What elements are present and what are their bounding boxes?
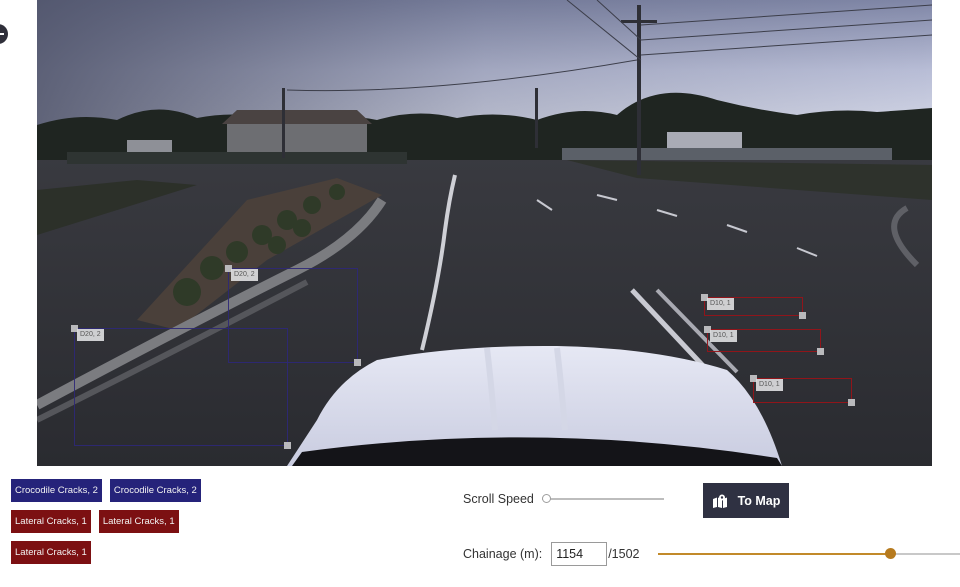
chainage-slider[interactable] [658, 548, 960, 562]
legend-row: Lateral Cracks, 1 [11, 541, 251, 564]
to-map-button[interactable]: To Map [703, 483, 789, 518]
chainage-input[interactable] [551, 542, 608, 566]
defect-chip-lateral[interactable]: Lateral Cracks, 1 [11, 510, 91, 533]
legend-row: Lateral Cracks, 1 Lateral Cracks, 1 [11, 510, 251, 533]
detection-label: D10, 1 [710, 330, 737, 342]
detection-label: D10, 1 [707, 298, 734, 310]
defect-chip-lateral[interactable]: Lateral Cracks, 1 [11, 541, 91, 564]
detection-box[interactable]: D10, 1 [750, 375, 855, 406]
resize-handle[interactable] [354, 359, 361, 366]
scroll-speed-label: Scroll Speed [463, 492, 534, 506]
detection-label: D20, 2 [77, 329, 104, 341]
detection-box[interactable]: D10, 1 [704, 326, 824, 355]
resize-handle[interactable] [848, 399, 855, 406]
defect-chip-lateral[interactable]: Lateral Cracks, 1 [98, 510, 179, 533]
map-icon [712, 494, 727, 508]
chainage-total: /1502 [608, 547, 640, 561]
scroll-speed-slider[interactable] [541, 492, 664, 506]
detection-box[interactable]: D10, 1 [701, 294, 806, 319]
resize-handle[interactable] [817, 348, 824, 355]
slider-track[interactable] [541, 498, 664, 500]
detection-label: D20, 2 [231, 269, 258, 281]
slider-thumb[interactable] [541, 494, 551, 503]
scroll-speed-control: Scroll Speed [463, 492, 664, 506]
legend-row: Crocodile Cracks, 2 Crocodile Cracks, 2 [11, 479, 251, 502]
back-button[interactable] [0, 24, 8, 44]
resize-handle[interactable] [284, 442, 291, 449]
road-image-viewer[interactable]: D20, 2 D20, 2 D10, 1 D10, 1 D10, 1 [37, 0, 932, 466]
chainage-track-fill [658, 553, 890, 555]
chainage-label: Chainage (m): [463, 547, 543, 561]
detection-label: D10, 1 [756, 379, 783, 391]
defect-legend: Crocodile Cracks, 2 Crocodile Cracks, 2 … [11, 479, 251, 572]
chainage-control: Chainage (m): /1502 [463, 542, 639, 566]
to-map-label: To Map [737, 493, 781, 508]
chainage-thumb[interactable] [885, 548, 896, 559]
detection-box[interactable]: D20, 2 [71, 325, 291, 449]
defect-chip-crocodile[interactable]: Crocodile Cracks, 2 [109, 479, 201, 502]
resize-handle[interactable] [799, 312, 806, 319]
defect-chip-crocodile[interactable]: Crocodile Cracks, 2 [11, 479, 102, 502]
